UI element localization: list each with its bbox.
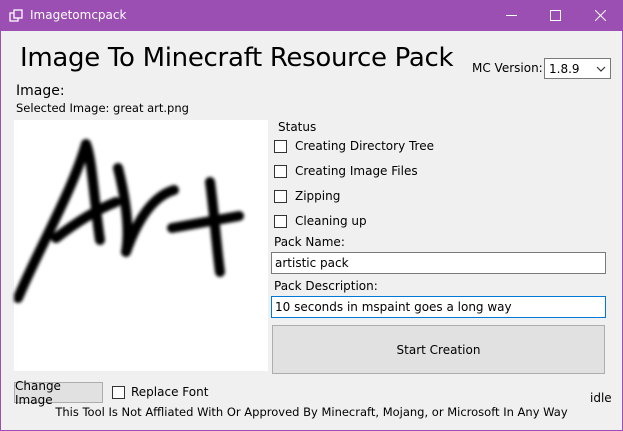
disclaimer: This Tool Is Not Affliated With Or Appro… xyxy=(55,405,568,419)
pack-name-label: Pack Name: xyxy=(274,235,345,249)
change-image-button[interactable]: Change Image xyxy=(14,379,103,407)
close-icon xyxy=(594,10,606,21)
replace-font-label: Replace Font xyxy=(131,385,209,399)
window-title: Imagetomcpack xyxy=(30,8,127,22)
checkbox[interactable] xyxy=(274,164,287,178)
app-icon xyxy=(9,9,23,22)
pack-description-label: Pack Description: xyxy=(274,279,378,293)
image-label: Image: xyxy=(16,83,65,99)
status-step-directory-tree[interactable]: Creating Directory Tree xyxy=(274,137,434,155)
checkbox[interactable] xyxy=(274,139,287,153)
minimize-icon xyxy=(505,15,517,16)
checkbox[interactable] xyxy=(274,214,287,228)
mc-version-label: MC Version: xyxy=(472,61,543,75)
status-step-label: Creating Image Files xyxy=(295,164,418,178)
title-bar[interactable]: Imagetomcpack xyxy=(0,0,623,31)
mc-version-select[interactable]: 1.8.9 xyxy=(544,58,611,79)
status-step-image-files[interactable]: Creating Image Files xyxy=(274,162,418,180)
checkbox[interactable] xyxy=(274,189,287,203)
art-drawing xyxy=(13,139,244,303)
status-step-cleaning-up[interactable]: Cleaning up xyxy=(274,212,367,230)
image-preview xyxy=(13,120,268,371)
status-text: idle xyxy=(590,391,612,405)
pack-description-input[interactable]: 10 seconds in mspaint goes a long way xyxy=(271,296,606,318)
status-step-zipping[interactable]: Zipping xyxy=(274,187,340,205)
page-title: Image To Minecraft Resource Pack xyxy=(20,43,454,73)
status-step-label: Zipping xyxy=(295,189,341,203)
minimize-button[interactable] xyxy=(489,0,533,31)
checkbox[interactable] xyxy=(112,385,125,399)
pack-name-input[interactable]: artistic pack xyxy=(271,252,606,274)
status-label: Status xyxy=(278,120,317,134)
status-step-label: Cleaning up xyxy=(295,214,367,228)
start-creation-button[interactable]: Start Creation xyxy=(272,325,605,374)
maximize-button[interactable] xyxy=(533,0,577,31)
selected-image-text: Selected Image: great art.png xyxy=(16,101,189,115)
chevron-down-icon xyxy=(596,66,606,72)
maximize-icon xyxy=(549,10,561,21)
status-step-label: Creating Directory Tree xyxy=(295,139,434,153)
replace-font-option[interactable]: Replace Font xyxy=(112,383,208,401)
mc-version-value: 1.8.9 xyxy=(549,62,580,76)
close-button[interactable] xyxy=(578,0,622,31)
